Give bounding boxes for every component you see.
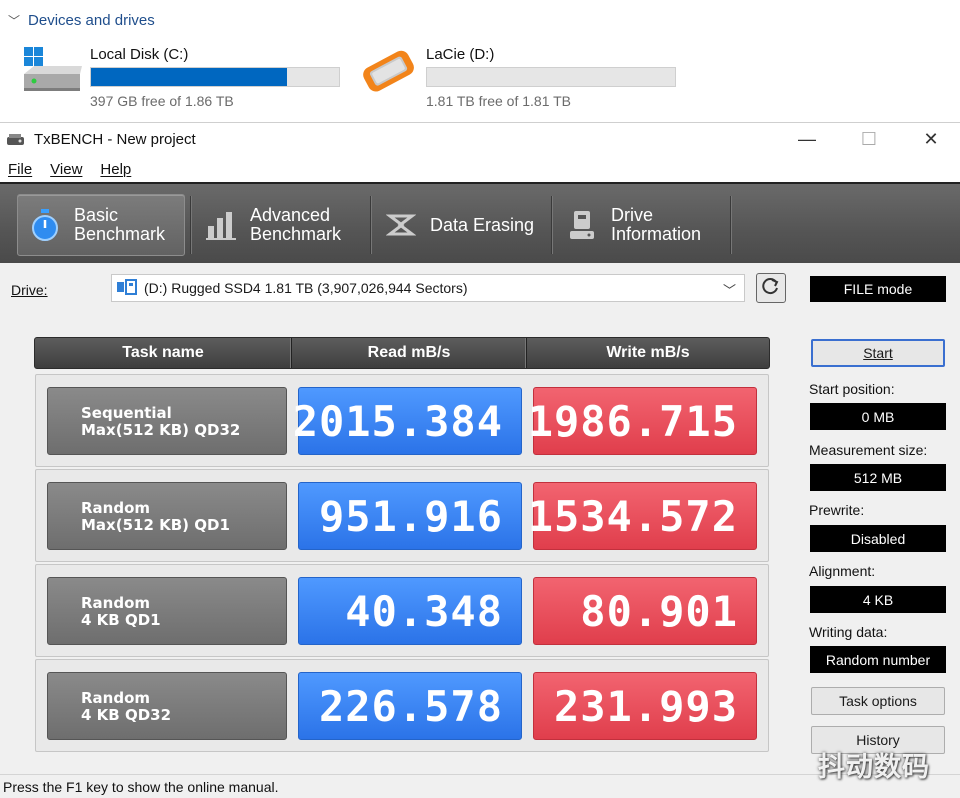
devices-section-header[interactable]: ﹀ Devices and drives <box>8 12 155 29</box>
alignment-label: Alignment: <box>809 563 876 579</box>
drive-name: LaCie (D:) <box>426 46 495 63</box>
header-task-name: Task name <box>122 344 204 361</box>
maximize-button[interactable]: ☐ <box>838 123 900 156</box>
header-read: Read mB/s <box>291 338 526 368</box>
result-row-random-4k-qd32: Random 4 KB QD32 226.578 231.993 <box>35 659 769 752</box>
close-button[interactable]: ✕ <box>900 123 960 156</box>
explorer-drives-panel: ﹀ Devices and drives Local Disk (C:) 397… <box>0 0 960 122</box>
write-result: 231.993 <box>533 672 757 740</box>
minimize-button[interactable]: — <box>776 123 838 156</box>
drive-dropdown[interactable]: (D:) Rugged SSD4 1.81 TB (3,907,026,944 … <box>111 274 745 302</box>
title-bar[interactable]: TxBENCH - New project — ☐ ✕ <box>0 123 960 156</box>
menu-view[interactable]: View <box>50 161 82 178</box>
menu-help[interactable]: Help <box>100 161 131 178</box>
read-result: 226.578 <box>298 672 522 740</box>
refresh-button[interactable] <box>756 273 786 303</box>
task-button[interactable]: Random Max(512 KB) QD1 <box>47 482 287 550</box>
tab-label: Advanced Benchmark <box>250 205 342 244</box>
section-title: Devices and drives <box>28 12 155 29</box>
read-result: 40.348 <box>298 577 522 645</box>
lacie-rugged-drive-icon <box>356 44 422 96</box>
result-row-random-4k-qd1: Random 4 KB QD1 40.348 80.901 <box>35 564 769 657</box>
tab-label: Drive Information <box>611 205 702 244</box>
read-result: 2015.384 <box>293 387 522 455</box>
writing-data-value[interactable]: Random number <box>810 646 946 673</box>
drive-dropdown-value: (D:) Rugged SSD4 1.81 TB (3,907,026,944 … <box>144 280 468 296</box>
write-result: 1534.572 <box>528 482 757 550</box>
app-drive-icon <box>6 132 26 148</box>
header-write: Write mB/s <box>526 338 769 368</box>
start-button[interactable]: Start <box>811 339 945 367</box>
bar-chart-icon <box>204 208 238 242</box>
start-position-value[interactable]: 0 MB <box>810 403 946 430</box>
task-button[interactable]: Sequential Max(512 KB) QD32 <box>47 387 287 455</box>
menu-file[interactable]: File <box>8 161 32 178</box>
result-row-random-512k-qd1: Random Max(512 KB) QD1 951.916 1534.572 <box>35 469 769 562</box>
task-button[interactable]: Random 4 KB QD32 <box>47 672 287 740</box>
drive-usage-fill <box>91 68 287 86</box>
start-position-label: Start position: <box>809 381 895 397</box>
hdd-windows-icon <box>20 44 86 96</box>
drive-c-tile[interactable]: Local Disk (C:) 397 GB free of 1.86 TB <box>20 42 350 112</box>
drive-icon <box>116 278 138 299</box>
prewrite-label: Prewrite: <box>809 502 865 518</box>
tab-advanced-benchmark[interactable]: Advanced Benchmark <box>194 194 369 256</box>
txbench-window: TxBENCH - New project — ☐ ✕ File View He… <box>0 122 960 798</box>
tab-basic-benchmark[interactable]: Basic Benchmark <box>17 194 185 256</box>
prewrite-value[interactable]: Disabled <box>810 525 946 552</box>
watermark: 抖动数码 <box>818 752 930 783</box>
writing-data-label: Writing data: <box>809 624 888 640</box>
refresh-icon <box>761 276 781 301</box>
tab-data-erasing[interactable]: Data Erasing <box>374 194 550 256</box>
main-toolbar: Basic Benchmark Advanced Benchmark Data Er… <box>0 182 960 263</box>
write-result: 80.901 <box>533 577 757 645</box>
drive-free-text: 397 GB free of 1.86 TB <box>90 93 234 109</box>
window-title: TxBENCH - New project <box>34 131 196 148</box>
results-header: Task name Read mB/s Write mB/s <box>34 337 770 369</box>
tab-drive-information[interactable]: Drive Information <box>555 194 729 256</box>
chevron-down-icon: ﹀ <box>722 283 736 298</box>
task-button[interactable]: Random 4 KB QD1 <box>47 577 287 645</box>
drive-label: Drive: <box>11 282 48 298</box>
task-options-button[interactable]: Task options <box>811 687 945 715</box>
status-bar: Press the F1 key to show the online manu… <box>0 774 960 798</box>
drive-d-tile[interactable]: LaCie (D:) 1.81 TB free of 1.81 TB <box>356 42 686 112</box>
mode-indicator: FILE mode <box>810 276 946 302</box>
write-result: 1986.715 <box>528 387 757 455</box>
eraser-icon <box>384 208 418 242</box>
drive-free-text: 1.81 TB free of 1.81 TB <box>426 93 572 109</box>
tab-label: Data Erasing <box>430 214 535 235</box>
read-result: 951.916 <box>298 482 522 550</box>
tab-label: Basic Benchmark <box>74 205 166 244</box>
drive-info-icon <box>565 208 599 242</box>
measurement-size-label: Measurement size: <box>809 442 928 458</box>
chevron-down-icon: ﹀ <box>8 14 21 28</box>
stopwatch-icon <box>28 208 62 242</box>
alignment-value[interactable]: 4 KB <box>810 586 946 613</box>
drive-usage-bar <box>90 67 340 87</box>
drive-usage-bar <box>426 67 676 87</box>
measurement-size-value[interactable]: 512 MB <box>810 464 946 491</box>
drive-name: Local Disk (C:) <box>90 46 189 63</box>
menu-bar: File View Help <box>0 156 960 182</box>
result-row-sequential-qd32: Sequential Max(512 KB) QD32 2015.384 1986… <box>35 374 769 467</box>
